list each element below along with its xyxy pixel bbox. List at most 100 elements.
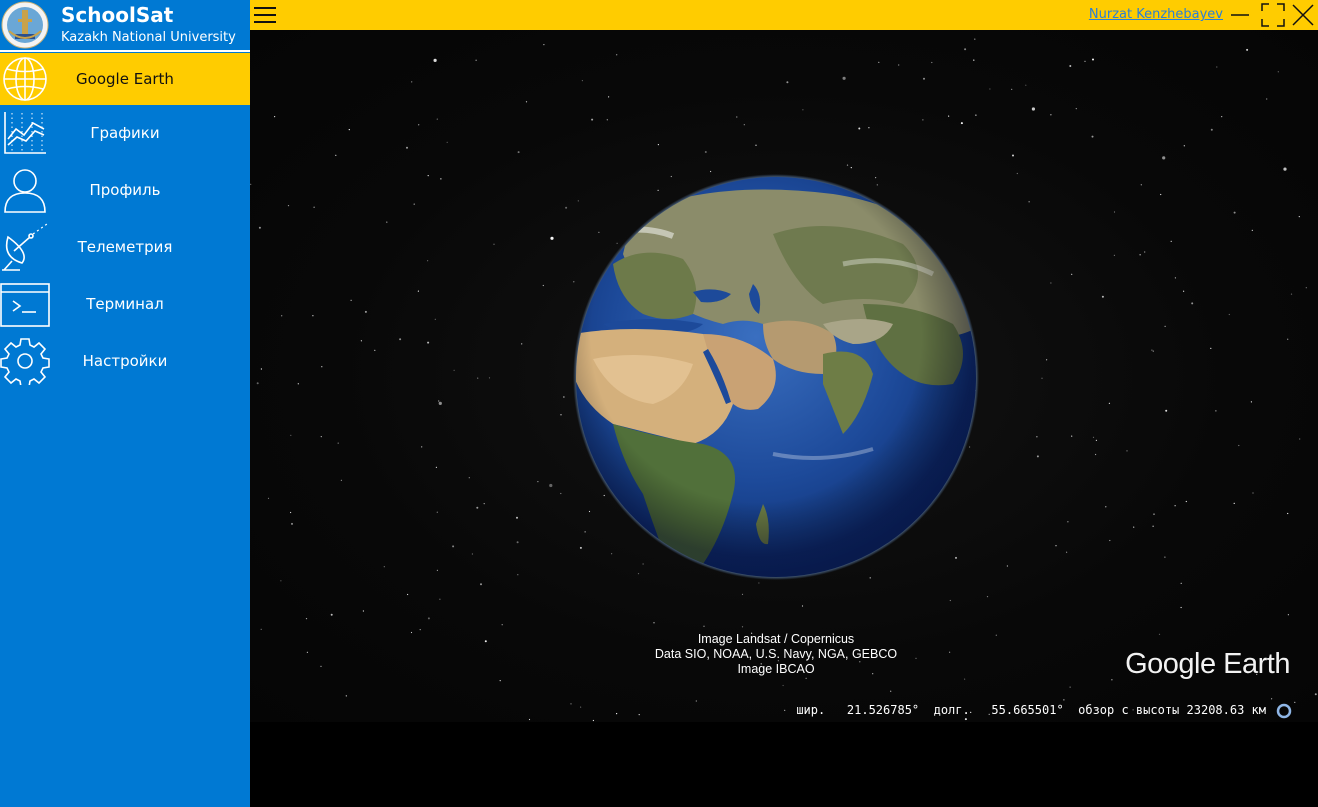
star [1050,114,1052,116]
star [281,315,283,317]
star [436,118,438,120]
star [501,624,503,626]
star [736,116,738,118]
star [1210,347,1212,349]
star [1158,633,1161,635]
star [922,119,924,121]
star [565,206,568,209]
sidebar-item-telemetry[interactable]: Телеметрия [0,221,250,273]
star [476,506,479,509]
star [878,61,880,63]
logo-earth-text: Earth [1223,648,1290,680]
star [312,315,314,317]
star [290,511,292,514]
star [580,706,582,708]
star [1164,556,1166,558]
star [1233,502,1235,504]
earth-globe[interactable] [573,174,979,580]
star [383,566,385,568]
user-name-link[interactable]: Nurzat Kenzhebayev [1089,7,1223,22]
star [1092,436,1095,438]
star [427,175,429,177]
star [560,492,562,495]
star [362,610,364,612]
minimize-icon[interactable] [1228,3,1252,27]
sidebar-item-label: Телеметрия [77,238,173,256]
latitude-value: 21.526785° [846,703,920,717]
star [703,625,705,627]
star [1246,48,1249,51]
maximize-icon[interactable] [1261,3,1285,27]
star [439,598,441,600]
star [1140,184,1142,186]
star [964,718,967,721]
star [1113,211,1116,213]
star [320,665,322,668]
star [436,569,438,572]
altitude-value: 23208.63 км [1186,703,1266,717]
star [973,59,975,61]
star [974,38,976,40]
star [1091,135,1094,138]
star [1066,551,1068,553]
google-earth-view[interactable]: Image Landsat / Copernicus Data SIO, NOA… [250,30,1318,722]
sidebar-item-settings[interactable]: Настройки [0,335,250,387]
star [1046,359,1048,361]
star [1067,521,1069,523]
star [1180,606,1182,609]
star [537,481,539,483]
sidebar-item-profile[interactable]: Профиль [0,164,250,216]
app-name: SchoolSat [61,3,174,27]
star [1180,582,1182,584]
star [321,366,323,368]
star [1113,254,1115,256]
star [291,522,293,525]
star [306,651,308,653]
star [1185,500,1187,503]
star [1071,273,1073,275]
star [427,617,430,620]
star [890,690,892,692]
star [638,714,640,716]
star [1191,302,1194,305]
star [1221,116,1223,118]
sidebar-item-terminal[interactable]: Терминал [0,278,250,330]
star [570,703,572,705]
star [1287,338,1289,340]
star [1233,211,1236,214]
app-subtitle: Kazakh National University [61,30,236,45]
star [653,622,655,624]
star [1153,513,1155,515]
star [1028,201,1030,203]
star [1063,699,1065,701]
star [802,109,804,111]
sidebar-item-google-earth[interactable]: Google Earth [0,53,250,105]
star [350,299,352,301]
sidebar: SchoolSat Kazakh National University Goo… [0,0,250,807]
star [1075,108,1077,110]
star [1055,545,1057,547]
latitude-label: шир. [796,703,826,717]
star [581,80,583,82]
star [549,483,553,488]
star [427,341,430,344]
star [704,151,707,153]
sidebar-item-charts[interactable]: Графики [0,107,250,159]
star [360,340,362,342]
star [440,178,442,180]
star [964,48,967,51]
star [1111,679,1113,681]
star [1144,251,1146,253]
star [407,593,409,596]
star [1174,505,1176,507]
star [1170,240,1172,242]
star [608,96,610,98]
star [434,318,436,320]
star [616,713,618,715]
star [1152,525,1154,527]
star [1298,216,1300,218]
close-icon[interactable] [1291,3,1315,27]
star [297,383,299,385]
hamburger-icon[interactable] [253,3,277,27]
star [560,414,562,416]
